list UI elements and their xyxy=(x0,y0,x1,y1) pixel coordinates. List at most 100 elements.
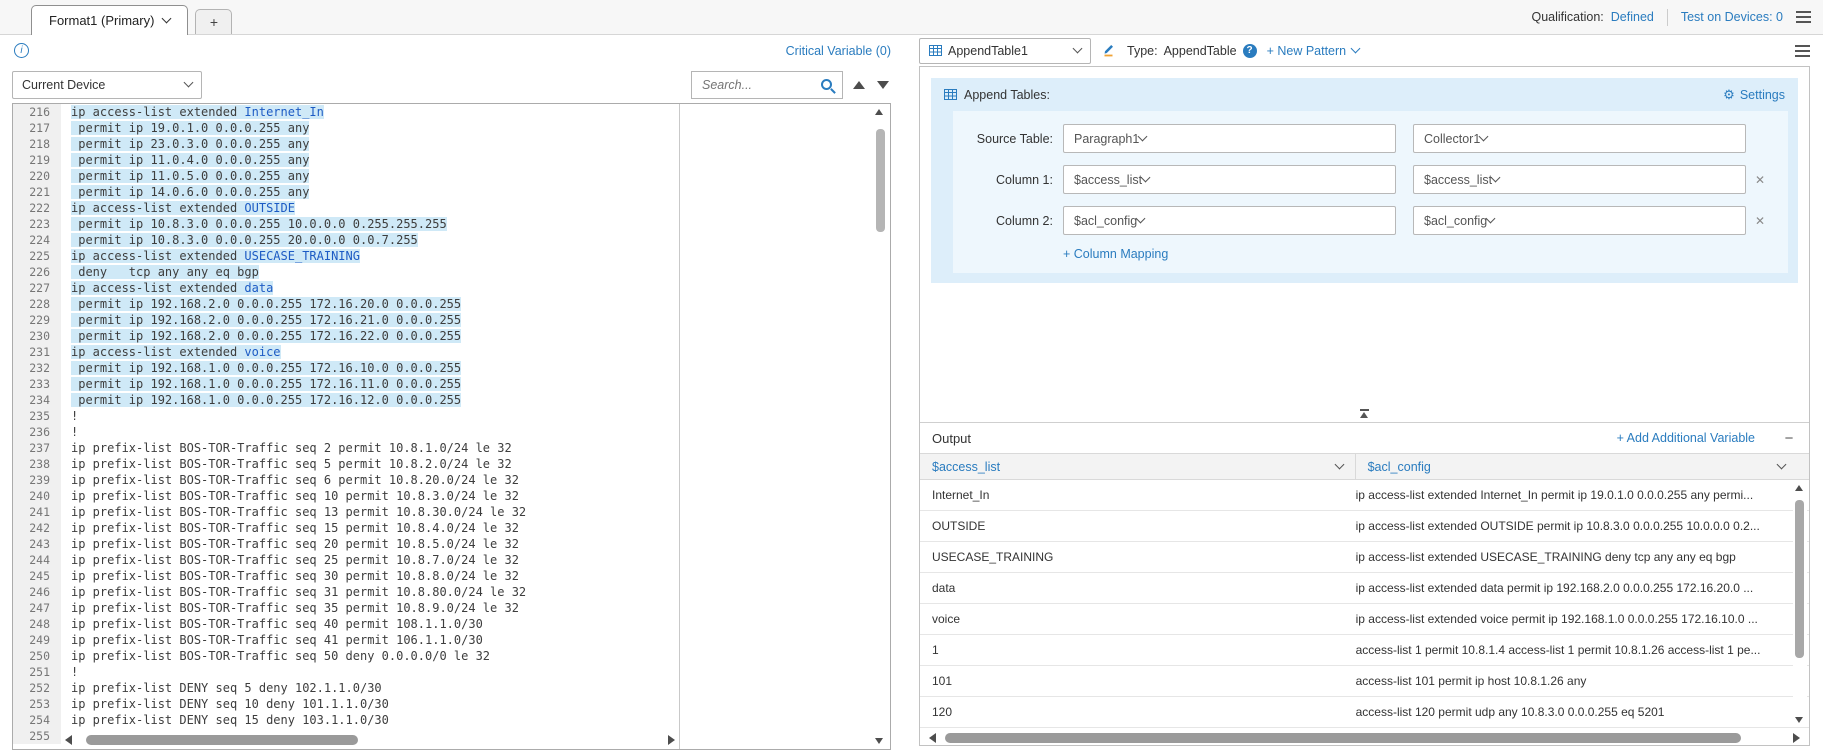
scroll-up-icon[interactable] xyxy=(875,109,883,115)
search-icon[interactable] xyxy=(821,79,832,90)
code-line[interactable]: 235! xyxy=(13,408,890,424)
table-row[interactable]: 101access-list 101 permit ip host 10.8.1… xyxy=(920,666,1809,697)
code-line[interactable]: 220 permit ip 11.0.5.0 0.0.0.255 any xyxy=(13,168,890,184)
code-line[interactable]: 234 permit ip 192.168.1.0 0.0.0.255 172.… xyxy=(13,392,890,408)
new-pattern-button[interactable]: + New Pattern xyxy=(1267,44,1360,58)
output-vertical-scrollbar[interactable] xyxy=(1793,483,1807,725)
code-line[interactable]: 224 permit ip 10.8.3.0 0.0.0.255 20.0.0.… xyxy=(13,232,890,248)
edit-pencil-icon[interactable] xyxy=(1101,42,1117,60)
code-line[interactable]: 236! xyxy=(13,424,890,440)
code-line[interactable]: 216ip access-list extended Internet_In xyxy=(13,104,890,120)
column1-left-select[interactable]: $access_list xyxy=(1063,165,1396,194)
add-tab-button[interactable]: + xyxy=(195,9,232,34)
scroll-left-icon[interactable] xyxy=(929,733,936,743)
table-row[interactable]: dataip access-list extended data permit … xyxy=(920,573,1809,604)
critical-variable-link[interactable]: Critical Variable (0) xyxy=(786,44,891,58)
pattern-menu-icon[interactable] xyxy=(1795,45,1810,57)
code-line[interactable]: 231ip access-list extended voice xyxy=(13,344,890,360)
scrollbar-track[interactable] xyxy=(942,733,1787,743)
scroll-down-icon[interactable] xyxy=(875,738,883,744)
add-column-mapping-link[interactable]: + Column Mapping xyxy=(1063,247,1774,261)
device-select[interactable]: Current Device xyxy=(12,71,202,99)
code-line[interactable]: 221 permit ip 14.0.6.0 0.0.0.255 any xyxy=(13,184,890,200)
table-row[interactable]: OUTSIDEip access-list extended OUTSIDE p… xyxy=(920,511,1809,542)
code-line[interactable]: 228 permit ip 192.168.2.0 0.0.0.255 172.… xyxy=(13,296,890,312)
code-line[interactable]: 253ip prefix-list DENY seq 10 deny 101.1… xyxy=(13,696,890,712)
search-input[interactable] xyxy=(702,78,821,92)
info-icon[interactable]: i xyxy=(14,43,29,58)
code-line[interactable]: 223 permit ip 10.8.3.0 0.0.0.255 10.0.0.… xyxy=(13,216,890,232)
output-column-acl-config[interactable]: $acl_config xyxy=(1356,454,1809,479)
code-line[interactable]: 222ip access-list extended OUTSIDE xyxy=(13,200,890,216)
code-line[interactable]: 230 permit ip 192.168.2.0 0.0.0.255 172.… xyxy=(13,328,890,344)
scrollbar-track[interactable] xyxy=(77,735,663,745)
code-line[interactable]: 233 permit ip 192.168.1.0 0.0.0.255 172.… xyxy=(13,376,890,392)
scroll-up-icon[interactable] xyxy=(1795,485,1803,491)
code-line[interactable]: 243ip prefix-list BOS-TOR-Traffic seq 20… xyxy=(13,536,890,552)
code-line[interactable]: 251! xyxy=(13,664,890,680)
editor-horizontal-scrollbar[interactable] xyxy=(65,734,675,746)
remove-column2-icon[interactable]: ✕ xyxy=(1755,214,1765,228)
scrollbar-thumb[interactable] xyxy=(1795,500,1804,658)
remove-column1-icon[interactable]: ✕ xyxy=(1755,173,1765,187)
settings-button[interactable]: ⚙ Settings xyxy=(1723,87,1785,103)
scrollbar-thumb[interactable] xyxy=(876,129,885,232)
scroll-right-icon[interactable] xyxy=(1793,733,1800,743)
code-line[interactable]: 237ip prefix-list BOS-TOR-Traffic seq 2 … xyxy=(13,440,890,456)
select-value: $access_list xyxy=(1074,173,1142,187)
collapse-output-handle[interactable] xyxy=(1360,409,1369,418)
table-row[interactable]: Internet_Inip access-list extended Inter… xyxy=(920,480,1809,511)
add-additional-variable-link[interactable]: + Add Additional Variable xyxy=(1617,431,1755,445)
table-row[interactable]: 120access-list 120 permit udp any 10.8.3… xyxy=(920,697,1809,728)
code-text: ! xyxy=(71,665,78,679)
menu-icon[interactable] xyxy=(1796,11,1811,23)
code-line[interactable]: 254ip prefix-list DENY seq 15 deny 103.1… xyxy=(13,712,890,728)
source-table-right-select[interactable]: Collector1 xyxy=(1413,124,1746,153)
config-editor[interactable]: 216ip access-list extended Internet_In21… xyxy=(12,103,891,750)
code-line[interactable]: 249ip prefix-list BOS-TOR-Traffic seq 41… xyxy=(13,632,890,648)
table-row[interactable]: voiceip access-list extended voice permi… xyxy=(920,604,1809,635)
scrollbar-thumb[interactable] xyxy=(86,735,358,745)
table-row[interactable]: USECASE_TRAININGip access-list extended … xyxy=(920,542,1809,573)
code-line[interactable]: 250ip prefix-list BOS-TOR-Traffic seq 50… xyxy=(13,648,890,664)
code-line[interactable]: 227ip access-list extended data xyxy=(13,280,890,296)
code-line[interactable]: 247ip prefix-list BOS-TOR-Traffic seq 35… xyxy=(13,600,890,616)
scrollbar-thumb[interactable] xyxy=(945,733,1741,743)
code-line[interactable]: 242ip prefix-list BOS-TOR-Traffic seq 15… xyxy=(13,520,890,536)
help-icon[interactable]: ? xyxy=(1243,44,1257,58)
source-table-left-select[interactable]: Paragraph1 xyxy=(1063,124,1396,153)
tab-format1-primary[interactable]: Format1 (Primary) xyxy=(31,5,188,35)
qualification-value-link[interactable]: Defined xyxy=(1611,10,1654,24)
search-prev-button[interactable] xyxy=(850,76,867,94)
scroll-right-icon[interactable] xyxy=(668,735,675,745)
code-line[interactable]: 218 permit ip 23.0.3.0 0.0.0.255 any xyxy=(13,136,890,152)
scroll-left-icon[interactable] xyxy=(65,735,72,745)
test-on-devices-link[interactable]: Test on Devices: 0 xyxy=(1681,10,1783,24)
code-line[interactable]: 244ip prefix-list BOS-TOR-Traffic seq 25… xyxy=(13,552,890,568)
code-line[interactable]: 219 permit ip 11.0.4.0 0.0.0.255 any xyxy=(13,152,890,168)
code-line[interactable]: 248ip prefix-list BOS-TOR-Traffic seq 40… xyxy=(13,616,890,632)
table-row[interactable]: 1access-list 1 permit 10.8.1.4 access-li… xyxy=(920,635,1809,666)
code-line[interactable]: 217 permit ip 19.0.1.0 0.0.0.255 any xyxy=(13,120,890,136)
code-line[interactable]: 229 permit ip 192.168.2.0 0.0.0.255 172.… xyxy=(13,312,890,328)
code-line[interactable]: 252ip prefix-list DENY seq 5 deny 102.1.… xyxy=(13,680,890,696)
code-line[interactable]: 239ip prefix-list BOS-TOR-Traffic seq 6 … xyxy=(13,472,890,488)
editor-vertical-scrollbar[interactable] xyxy=(873,106,889,747)
scroll-down-icon[interactable] xyxy=(1795,717,1803,723)
output-column-access-list[interactable]: $access_list xyxy=(920,454,1356,479)
search-next-button[interactable] xyxy=(874,76,891,94)
output-horizontal-scrollbar[interactable] xyxy=(920,728,1809,745)
variable-select[interactable]: AppendTable1 xyxy=(919,38,1091,64)
column1-right-select[interactable]: $access_list xyxy=(1413,165,1746,194)
code-line[interactable]: 225ip access-list extended USECASE_TRAIN… xyxy=(13,248,890,264)
code-line[interactable]: 246ip prefix-list BOS-TOR-Traffic seq 31… xyxy=(13,584,890,600)
code-line[interactable]: 232 permit ip 192.168.1.0 0.0.0.255 172.… xyxy=(13,360,890,376)
column2-left-select[interactable]: $acl_config xyxy=(1063,206,1396,235)
code-line[interactable]: 226 deny tcp any any eq bgp xyxy=(13,264,890,280)
code-line[interactable]: 245ip prefix-list BOS-TOR-Traffic seq 30… xyxy=(13,568,890,584)
collapse-minus-button[interactable]: − xyxy=(1781,430,1797,447)
code-line[interactable]: 240ip prefix-list BOS-TOR-Traffic seq 10… xyxy=(13,488,890,504)
column2-right-select[interactable]: $acl_config xyxy=(1413,206,1746,235)
code-line[interactable]: 241ip prefix-list BOS-TOR-Traffic seq 13… xyxy=(13,504,890,520)
code-line[interactable]: 238ip prefix-list BOS-TOR-Traffic seq 5 … xyxy=(13,456,890,472)
